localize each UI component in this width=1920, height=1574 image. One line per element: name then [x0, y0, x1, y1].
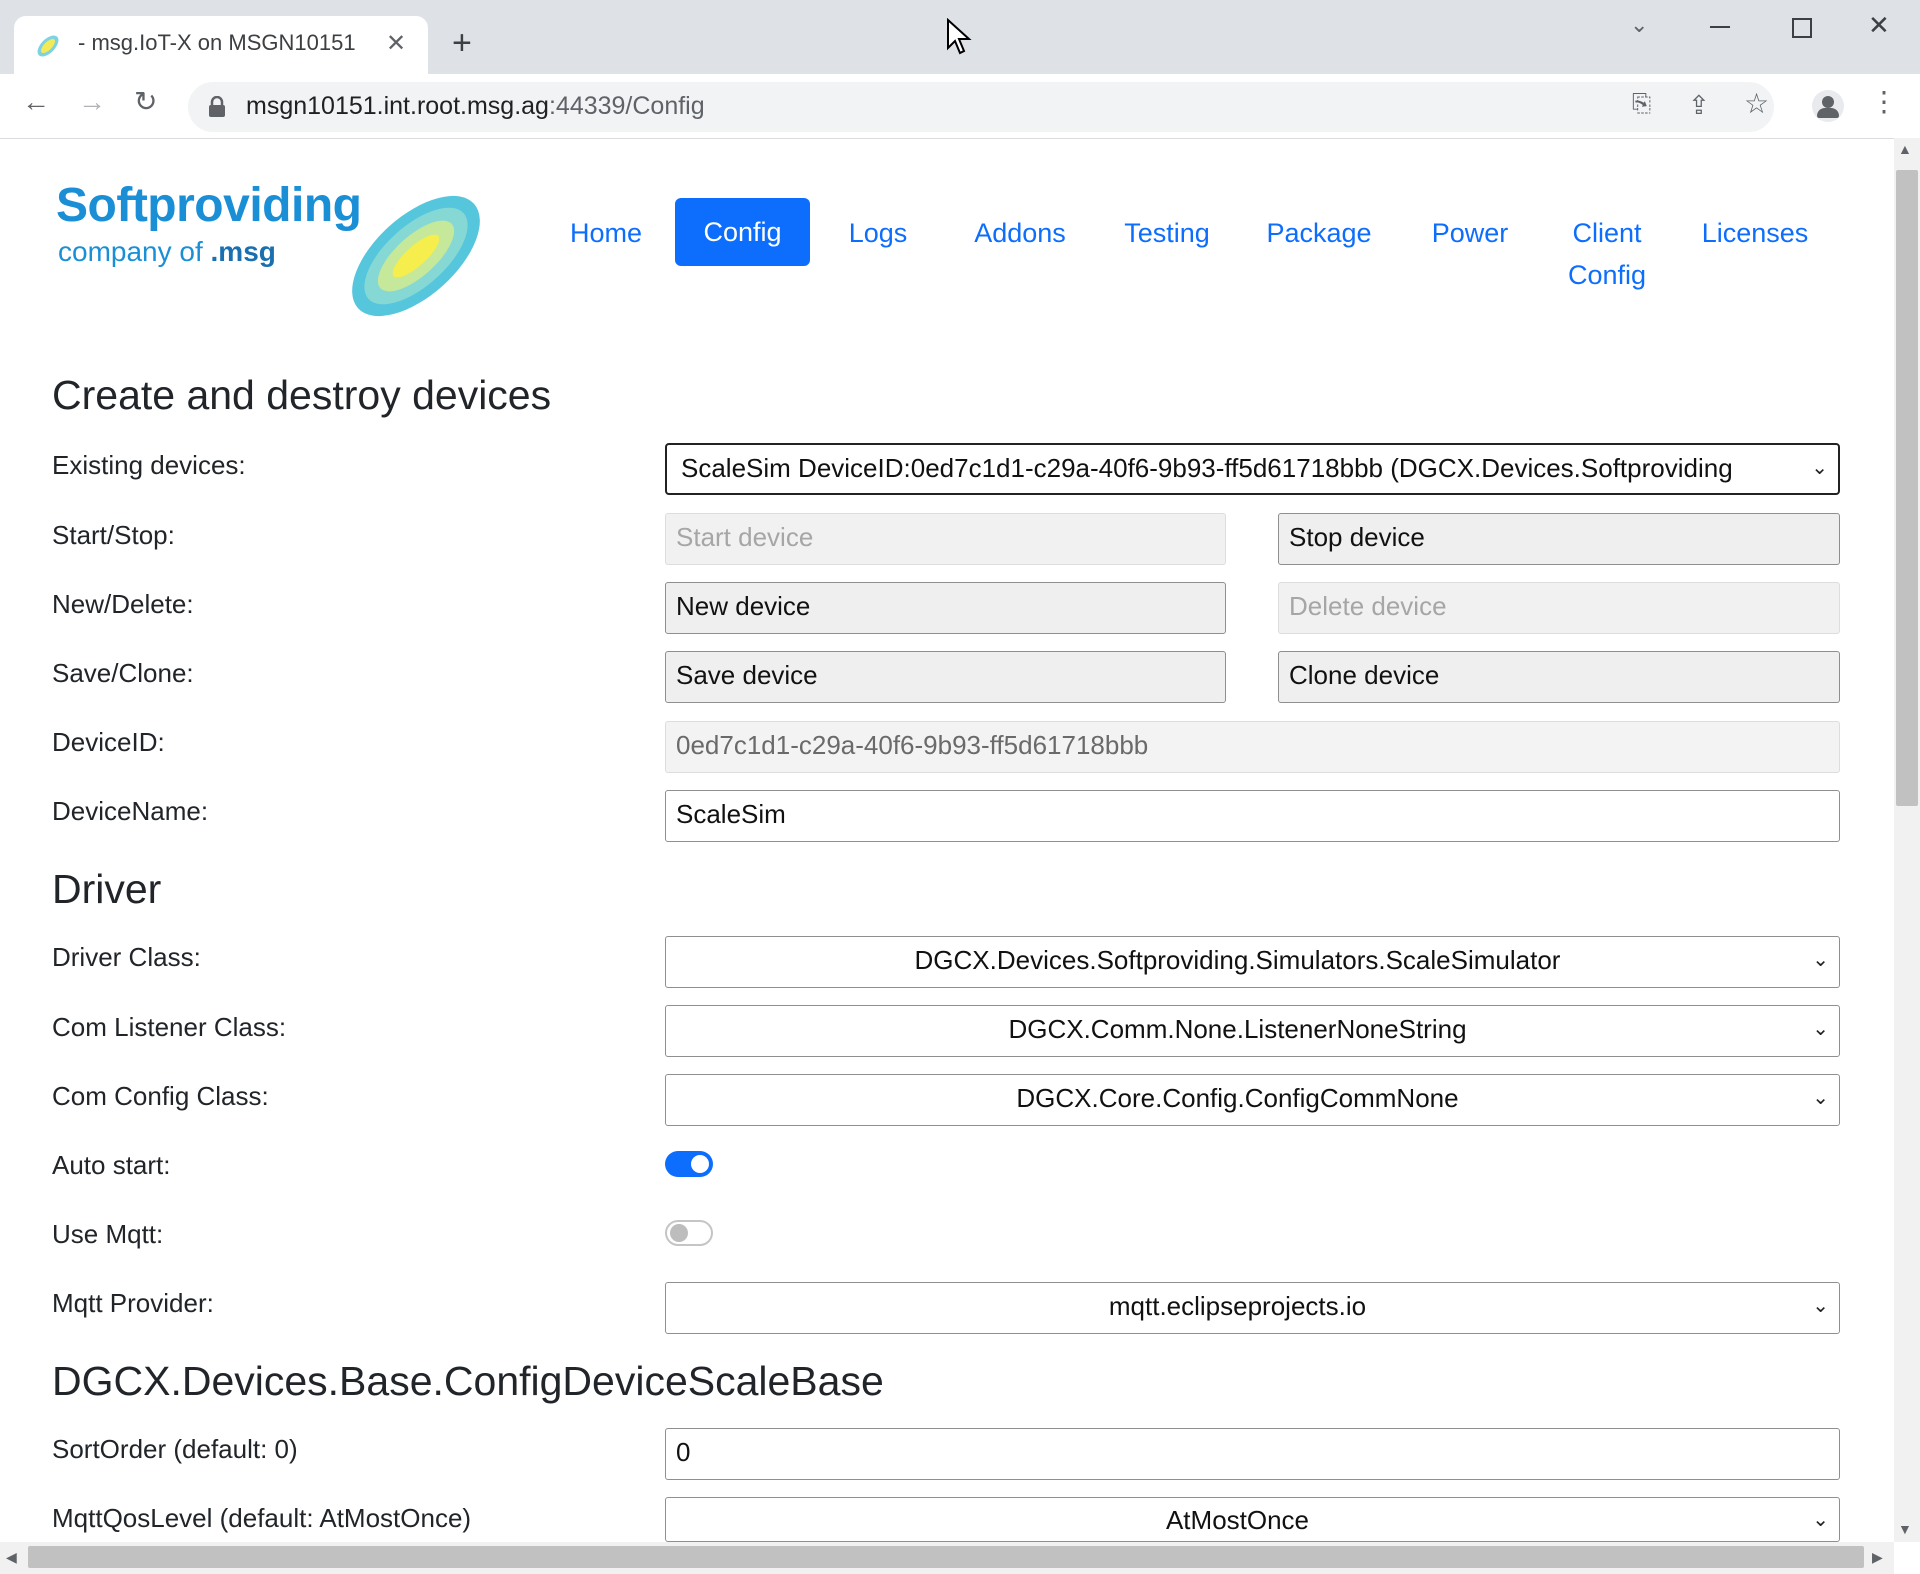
nav-licenses[interactable]: Licenses	[1694, 212, 1816, 254]
scroll-down-arrow-icon[interactable]: ▼	[1898, 1522, 1912, 1536]
auto-start-label: Auto start:	[52, 1150, 171, 1180]
maximize-icon[interactable]	[1792, 18, 1812, 38]
nav-power[interactable]: Power	[1422, 212, 1518, 254]
device-id-field[interactable]: 0ed7c1d1-c29a-40f6-9b93-ff5d61718bbb	[665, 721, 1840, 773]
nav-home[interactable]: Home	[558, 212, 654, 254]
close-window-icon[interactable]: ✕	[1868, 12, 1890, 38]
device-name-label: DeviceName:	[52, 796, 209, 826]
nav-testing[interactable]: Testing	[1114, 212, 1220, 254]
chevron-down-icon: ⌄	[1812, 949, 1829, 971]
browser-menu-icon[interactable]: ⋮	[1870, 88, 1898, 116]
driver-class-select[interactable]: DGCX.Devices.Softproviding.Simulators.Sc…	[665, 936, 1840, 988]
brand-logo-text: Softproviding	[56, 179, 362, 232]
tab-title: - msg.IoT-X on MSGN10151	[78, 30, 356, 55]
start-device-button[interactable]: Start device	[665, 513, 1226, 565]
com-listener-class-select[interactable]: DGCX.Comm.None.ListenerNoneString ⌄	[665, 1005, 1840, 1057]
lock-icon[interactable]	[208, 96, 226, 118]
chevron-down-icon: ⌄	[1812, 1087, 1829, 1109]
nav-client-config[interactable]: Client Config	[1554, 212, 1660, 296]
mqtt-qos-level-label: MqttQosLevel (default: AtMostOnce)	[52, 1503, 472, 1533]
sort-order-field[interactable]: 0	[665, 1428, 1840, 1480]
vertical-scrollbar-thumb[interactable]	[1896, 170, 1918, 806]
scroll-right-arrow-icon[interactable]: ▶	[1872, 1550, 1883, 1564]
nav-package[interactable]: Package	[1256, 212, 1382, 254]
section-create-destroy-title: Create and destroy devices	[52, 372, 552, 418]
auto-start-toggle[interactable]	[665, 1151, 713, 1177]
horizontal-scrollbar-thumb[interactable]	[28, 1546, 1864, 1568]
new-delete-label: New/Delete:	[52, 589, 194, 619]
toggle-knob	[691, 1155, 709, 1173]
start-stop-label: Start/Stop:	[52, 520, 175, 550]
new-tab-plus-icon[interactable]: +	[452, 26, 472, 60]
brand-tagline: company of .msg	[58, 236, 276, 267]
forward-icon[interactable]: →	[78, 88, 106, 116]
profile-avatar-icon[interactable]	[1812, 90, 1844, 122]
use-mqtt-label: Use Mqtt:	[52, 1219, 164, 1249]
device-name-field[interactable]: ScaleSim	[665, 790, 1840, 842]
chevron-down-icon: ⌄	[1811, 457, 1828, 479]
back-icon[interactable]: ←	[22, 88, 50, 116]
toggle-knob	[670, 1224, 688, 1242]
existing-devices-select[interactable]: ScaleSim DeviceID:0ed7c1d1-c29a-40f6-9b9…	[665, 443, 1840, 495]
com-config-class-label: Com Config Class:	[52, 1081, 269, 1111]
scroll-up-arrow-icon[interactable]: ▲	[1898, 142, 1912, 156]
new-device-button[interactable]: New device	[665, 582, 1226, 634]
existing-devices-label: Existing devices:	[52, 450, 246, 480]
scroll-left-arrow-icon[interactable]: ◀	[6, 1550, 17, 1564]
minimize-icon[interactable]	[1710, 26, 1730, 28]
site-favicon-icon	[37, 35, 59, 57]
com-config-class-select[interactable]: DGCX.Core.Config.ConfigCommNone ⌄	[665, 1074, 1840, 1126]
sort-order-label: SortOrder (default: 0)	[52, 1434, 298, 1464]
chevron-down-icon: ⌄	[1812, 1509, 1829, 1531]
chevron-down-icon: ⌄	[1812, 1018, 1829, 1040]
translate-icon[interactable]: ⎘	[1632, 92, 1651, 116]
delete-device-button[interactable]: Delete device	[1278, 582, 1840, 634]
nav-logs[interactable]: Logs	[836, 212, 920, 254]
device-id-label: DeviceID:	[52, 727, 165, 757]
save-device-button[interactable]: Save device	[665, 651, 1226, 703]
bookmark-star-icon[interactable]: ☆	[1744, 90, 1769, 118]
stop-device-button[interactable]: Stop device	[1278, 513, 1840, 565]
section-driver-title: Driver	[52, 866, 162, 912]
clone-device-button[interactable]: Clone device	[1278, 651, 1840, 703]
com-listener-class-label: Com Listener Class:	[52, 1012, 287, 1042]
driver-class-label: Driver Class:	[52, 942, 201, 972]
section-scalebase-title: DGCX.Devices.Base.ConfigDeviceScaleBase	[52, 1358, 884, 1404]
save-clone-label: Save/Clone:	[52, 658, 194, 688]
mouse-cursor-icon	[947, 18, 972, 55]
nav-addons[interactable]: Addons	[964, 212, 1076, 254]
close-tab-icon[interactable]: ✕	[386, 32, 406, 56]
url-text[interactable]: msgn10151.int.root.msg.ag:44339/Config	[246, 92, 705, 121]
nav-config[interactable]: Config	[675, 198, 810, 266]
tab-search-chevron-down-icon[interactable]: ⌄	[1630, 14, 1648, 36]
mqtt-qos-level-select[interactable]: AtMostOnce ⌄	[665, 1497, 1840, 1542]
logo-swirl-icon	[352, 195, 480, 317]
mqtt-provider-label: Mqtt Provider:	[52, 1288, 214, 1318]
share-icon[interactable]: ⇪	[1688, 92, 1710, 118]
chevron-down-icon: ⌄	[1812, 1295, 1829, 1317]
mqtt-provider-select[interactable]: mqtt.eclipseprojects.io ⌄	[665, 1282, 1840, 1334]
reload-icon[interactable]: ↻	[134, 88, 157, 116]
use-mqtt-toggle[interactable]	[665, 1220, 713, 1246]
